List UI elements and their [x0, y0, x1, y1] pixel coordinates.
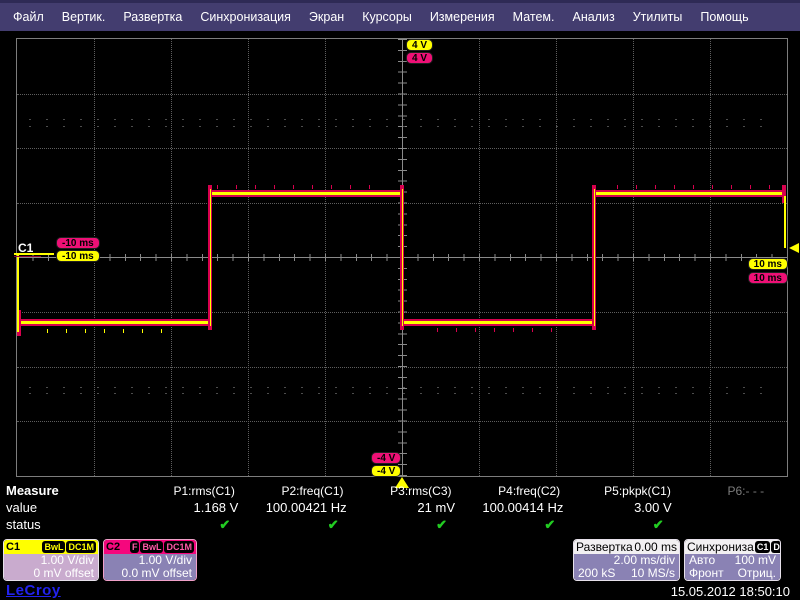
- measure-value-p3: 21 mV: [367, 500, 475, 515]
- persistence-dots: [29, 387, 775, 388]
- measure-param-p3[interactable]: P3:rms(C3): [367, 484, 475, 498]
- channel1-descriptor-box[interactable]: C1 BwL DC1M 1.00 V/div 0 mV offset: [3, 539, 99, 581]
- persistence-dots: [29, 119, 775, 120]
- cursor-badge-bottom-c2[interactable]: -4 V: [371, 452, 401, 464]
- measure-value-p2: 100.00421 Hz: [258, 500, 366, 515]
- measure-value-p4: 100.00414 Hz: [475, 500, 583, 515]
- timebase-title: Развертка: [576, 540, 633, 554]
- channel1-bwl-badge: BwL: [42, 541, 65, 553]
- trace-edge-c1: [402, 189, 403, 326]
- time-cursor-line: [784, 196, 786, 248]
- channel2-bwl-badge: BwL: [140, 541, 163, 553]
- datetime-display: 15.05.2012 18:50:10: [671, 584, 790, 599]
- oscilloscope-screen: Файл Вертик. Развертка Синхронизация Экр…: [0, 0, 800, 600]
- cursor-badge-right-c2[interactable]: 10 ms: [748, 272, 788, 284]
- cursor-badge-bottom-c1[interactable]: -4 V: [371, 465, 401, 477]
- measure-status-row-label: status: [0, 517, 150, 532]
- status-ok-icon: ✔: [258, 517, 366, 533]
- persistence-dots: [29, 393, 775, 394]
- trigger-descriptor-box[interactable]: Синхрониза C1 DC Авто 100 mV Фронт Отриц…: [684, 539, 781, 581]
- menu-trigger[interactable]: Синхронизация: [191, 10, 300, 24]
- trace-noise: [437, 328, 567, 332]
- measure-param-p2[interactable]: P2:freq(C1): [258, 484, 366, 498]
- trace-noise: [47, 329, 167, 333]
- trigger-coupling-badge: DC: [771, 541, 781, 553]
- menu-file[interactable]: Файл: [4, 10, 53, 24]
- channel1-offset: 0 mV offset: [34, 567, 94, 580]
- channel2-zero-marker[interactable]: [14, 256, 41, 257]
- measure-header: Measure: [0, 483, 150, 498]
- trace-c1: [402, 321, 594, 324]
- channel2-offset: 0.0 mV offset: [122, 567, 192, 580]
- status-ok-icon: ✔: [583, 517, 691, 533]
- menu-cursors[interactable]: Курсоры: [353, 10, 421, 24]
- cursor-badge-top-c1[interactable]: 4 V: [406, 39, 433, 51]
- menu-math[interactable]: Матем.: [504, 10, 564, 24]
- status-ok-icon: ✔: [475, 517, 583, 533]
- channel1-coupling-badge: DC1M: [66, 541, 96, 553]
- time-cursor-line: [17, 253, 19, 332]
- cursor-badge-left-c1[interactable]: -10 ms: [56, 250, 100, 262]
- status-ok-icon: ✔: [150, 517, 258, 533]
- trace-edge-c1: [594, 189, 595, 326]
- menu-bar: Файл Вертик. Развертка Синхронизация Экр…: [0, 0, 800, 31]
- channel2-name: C2: [106, 541, 120, 553]
- trigger-source-badge: C1: [755, 541, 771, 553]
- channel2-descriptor-box[interactable]: C2 F BwL DC1M 1.00 V/div 0.0 mV offset: [103, 539, 197, 581]
- measure-value-row-label: value: [0, 500, 150, 515]
- status-ok-icon: ✔: [367, 517, 475, 533]
- channel2-coupling-badge: DC1M: [164, 541, 194, 553]
- measure-param-p6[interactable]: P6:- - -: [692, 484, 800, 498]
- trace-c1: [210, 192, 402, 195]
- timebase-delay: 0.00 ms: [634, 540, 677, 554]
- measure-param-p4[interactable]: P4:freq(C2): [475, 484, 583, 498]
- cursor-badge-right-c1[interactable]: 10 ms: [748, 258, 788, 270]
- menu-help[interactable]: Помощь: [691, 10, 757, 24]
- trace-c1: [18, 321, 210, 324]
- trace-noise: [217, 185, 387, 189]
- channel2-filter-badge: F: [130, 541, 140, 553]
- cursor-badge-left-c2[interactable]: -10 ms: [56, 237, 100, 249]
- measure-param-p5[interactable]: P5:pkpk(C1): [583, 484, 691, 498]
- channel1-zero-marker[interactable]: [14, 253, 54, 255]
- trigger-slope: Отриц.: [738, 567, 776, 580]
- menu-utilities[interactable]: Утилиты: [624, 10, 692, 24]
- measure-param-p1[interactable]: P1:rms(C1): [150, 484, 258, 498]
- trace-noise: [617, 185, 777, 189]
- persistence-dots: [29, 126, 775, 127]
- channel1-name: C1: [6, 541, 20, 553]
- trigger-title: Синхрониза: [687, 540, 754, 554]
- trigger-level-marker-icon[interactable]: [789, 243, 799, 253]
- timebase-samples: 200 kS: [578, 567, 615, 580]
- menu-vertical[interactable]: Вертик.: [53, 10, 115, 24]
- waveform-grid: [16, 38, 788, 477]
- timebase-rate: 10 MS/s: [631, 567, 675, 580]
- measure-value-p5: 3.00 V: [583, 500, 691, 515]
- cursor-badge-top-c2[interactable]: 4 V: [406, 52, 433, 64]
- trace-edge-c1: [210, 189, 211, 326]
- menu-analysis[interactable]: Анализ: [563, 10, 623, 24]
- measure-value-p1: 1.168 V: [150, 500, 258, 515]
- menu-timebase[interactable]: Развертка: [114, 10, 191, 24]
- menu-display[interactable]: Экран: [300, 10, 353, 24]
- lecroy-logo: LeCroy: [6, 582, 61, 599]
- measure-table: Measure P1:rms(C1) P2:freq(C1) P3:rms(C3…: [0, 482, 800, 536]
- trace-c1: [594, 192, 786, 195]
- menu-measure[interactable]: Измерения: [421, 10, 504, 24]
- trigger-slope-label: Фронт: [689, 567, 724, 580]
- timebase-descriptor-box[interactable]: Развертка 0.00 ms 2.00 ms/div 200 kS 10 …: [573, 539, 680, 581]
